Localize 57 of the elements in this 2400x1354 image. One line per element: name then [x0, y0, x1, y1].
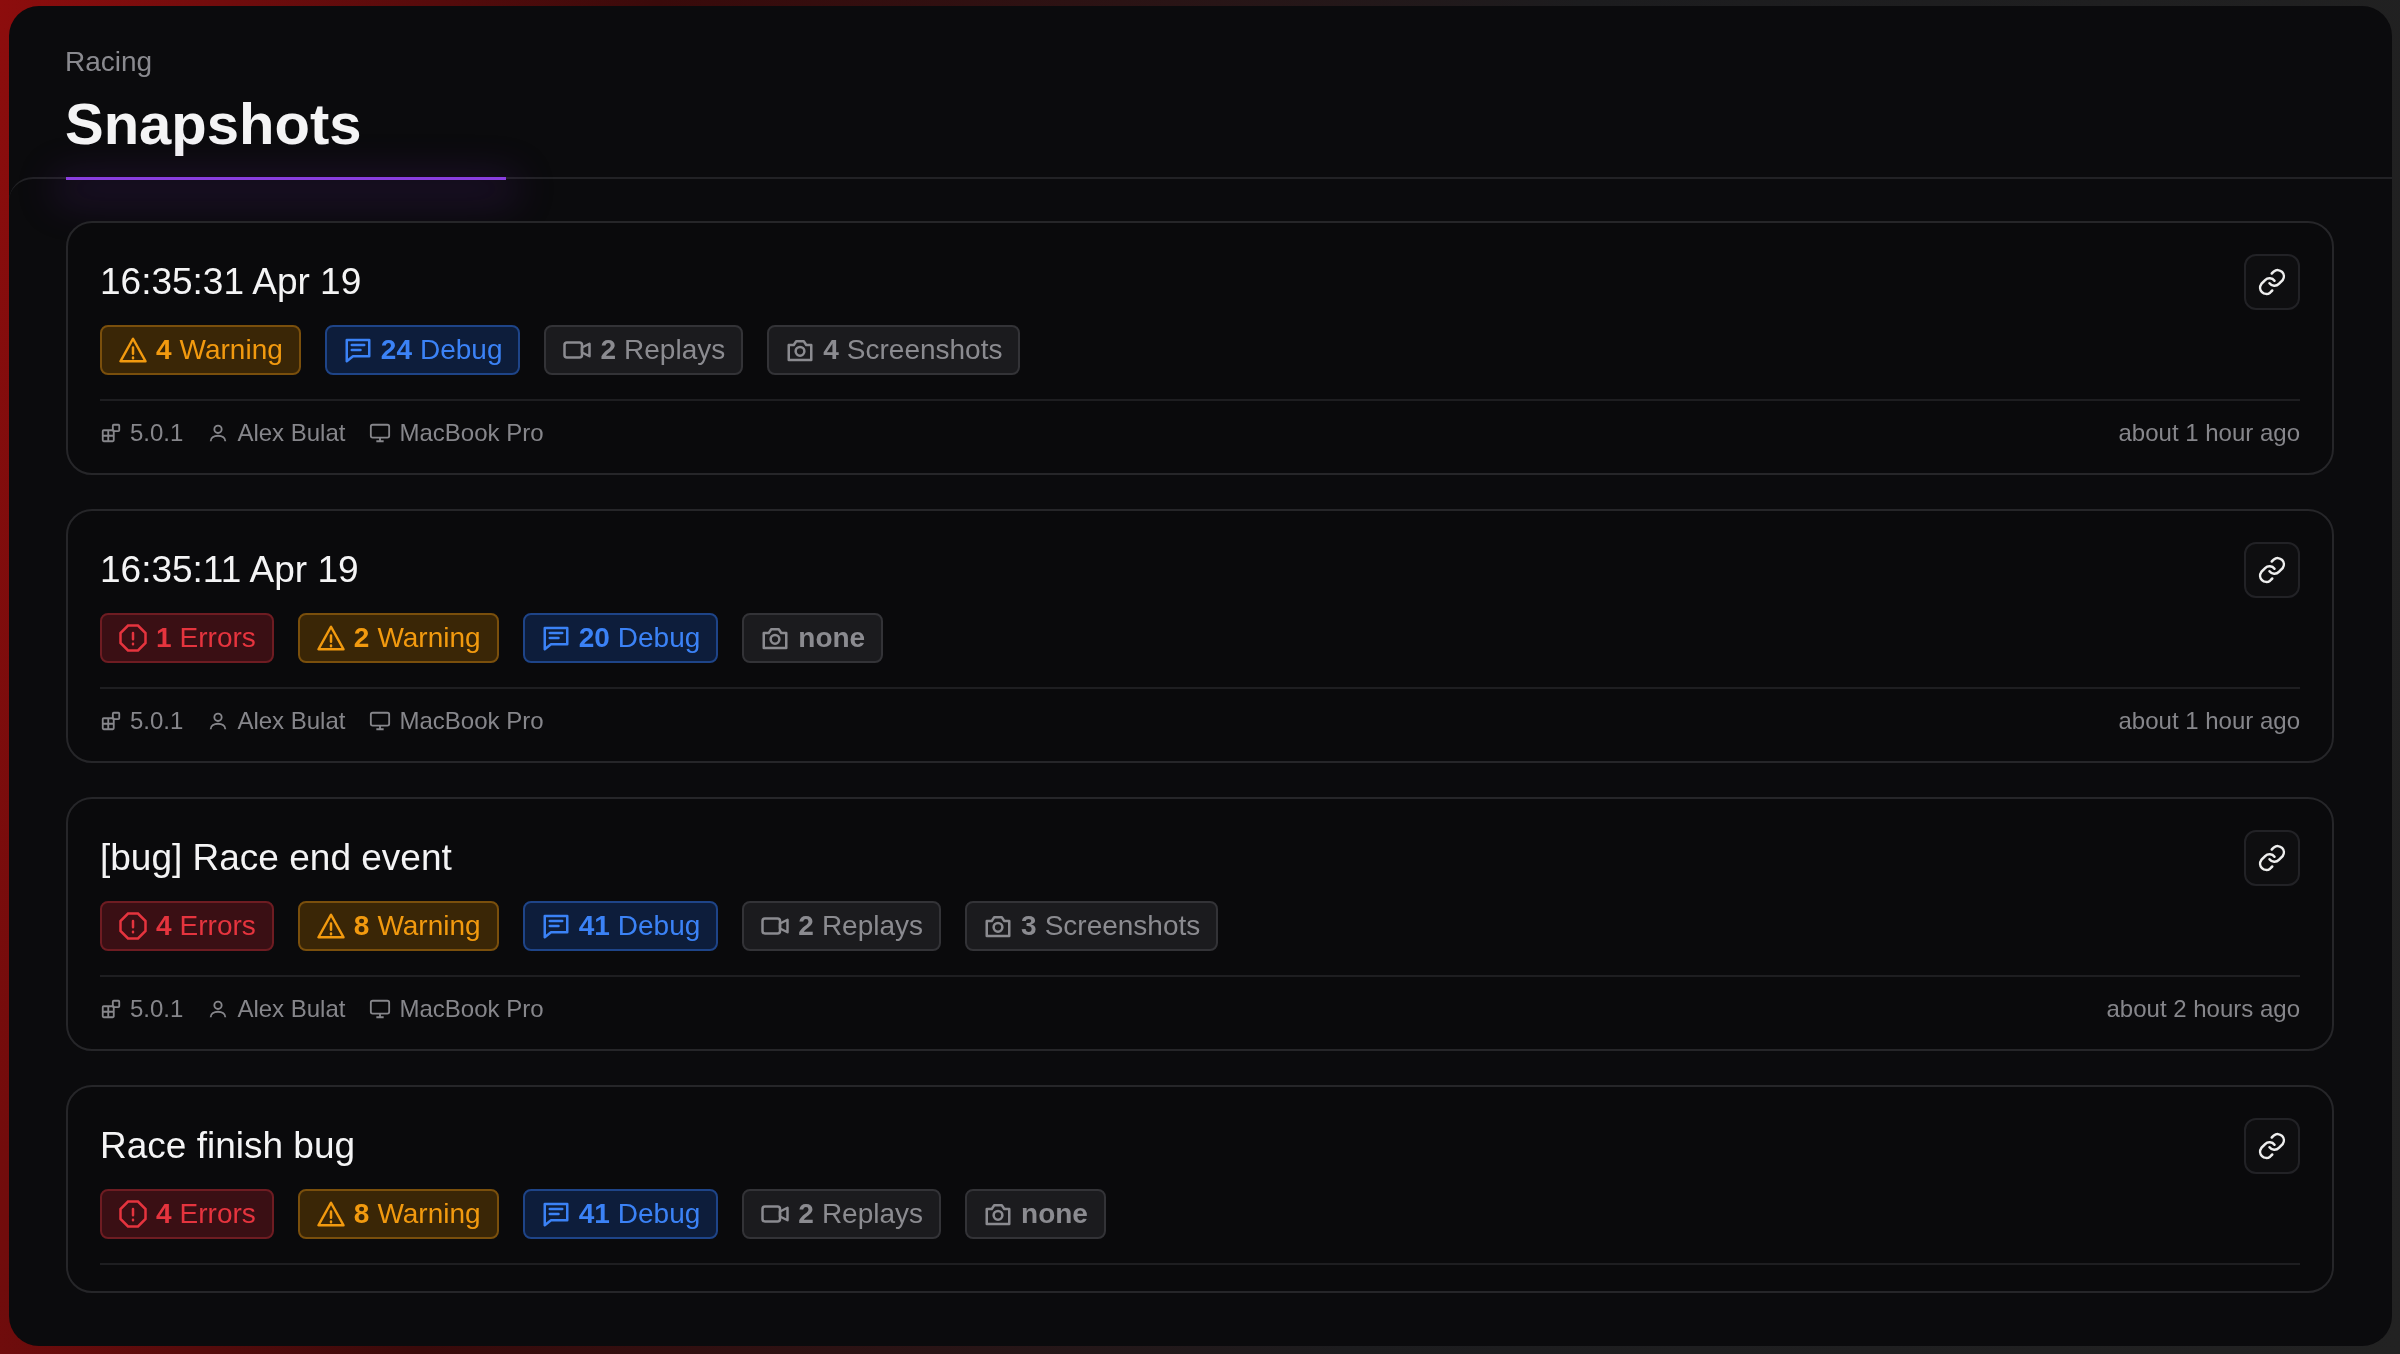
copy-link-button[interactable] — [2244, 830, 2300, 886]
warning-badge[interactable]: 4 Warning — [100, 325, 301, 375]
replays-badge[interactable]: 2 Replays — [742, 901, 942, 951]
copy-link-button[interactable] — [2244, 254, 2300, 310]
error-badge[interactable]: 4 Errors — [100, 1189, 274, 1239]
breadcrumb: Racing — [65, 46, 154, 78]
link-icon — [2257, 1131, 2287, 1161]
replays-badge[interactable]: 2 Replays — [742, 1189, 942, 1239]
screenshots-badge[interactable]: 4 Screenshots — [767, 325, 1021, 375]
screenshots-badge[interactable]: 3 Screenshots — [965, 901, 1219, 951]
monitor-icon — [369, 710, 392, 732]
page-title: Snapshots — [65, 90, 363, 157]
device-name: MacBook Pro — [399, 995, 544, 1023]
link-icon — [2257, 555, 2287, 585]
version-text: 5.0.1 — [130, 707, 184, 735]
debug-badge[interactable]: 41 Debug — [522, 1189, 719, 1239]
warning-icon — [315, 1199, 346, 1229]
warning-icon — [315, 911, 346, 941]
copy-link-button[interactable] — [2244, 542, 2300, 598]
relative-time: about 1 hour ago — [2118, 707, 2300, 735]
monitor-icon — [369, 998, 392, 1020]
warning-icon — [315, 623, 346, 653]
blocks-icon — [100, 422, 122, 444]
debug-badge[interactable]: 41 Debug — [522, 901, 719, 951]
warning-badge[interactable]: 2 Warning — [297, 613, 499, 663]
snapshot-title: 16:35:11 Apr 19 — [100, 549, 359, 591]
warning-badge[interactable]: 8 Warning — [297, 901, 499, 951]
device-name: MacBook Pro — [399, 707, 544, 735]
user-name: Alex Bulat — [237, 707, 346, 735]
monitor-icon — [369, 422, 392, 444]
copy-link-button[interactable] — [2244, 1118, 2300, 1174]
debug-badge[interactable]: 24 Debug — [324, 325, 521, 375]
error-badge[interactable]: 4 Errors — [100, 901, 274, 951]
link-icon — [2257, 267, 2287, 297]
replays-badge[interactable]: 2 Replays — [544, 325, 744, 375]
warning-badge[interactable]: 8 Warning — [297, 1189, 499, 1239]
user-name: Alex Bulat — [237, 419, 346, 447]
blocks-icon — [100, 710, 122, 732]
link-icon — [2257, 843, 2287, 873]
snapshot-title: 16:35:31 Apr 19 — [100, 261, 362, 303]
relative-time: about 1 hour ago — [2118, 419, 2300, 447]
version-text: 5.0.1 — [130, 419, 184, 447]
warning-icon — [118, 335, 148, 365]
screenshots-badge[interactable]: none — [742, 613, 884, 663]
relative-time: about 2 hours ago — [2106, 995, 2300, 1023]
user-name: Alex Bulat — [237, 995, 346, 1023]
alert-icon — [118, 1199, 148, 1229]
error-badge[interactable]: 1 Errors — [100, 613, 274, 663]
snapshot-title: [bug] Race end event — [100, 837, 452, 879]
alert-icon — [118, 911, 148, 941]
version-text: 5.0.1 — [130, 995, 184, 1023]
snapshot-title: Race finish bug — [100, 1125, 356, 1167]
debug-badge[interactable]: 20 Debug — [522, 613, 719, 663]
device-name: MacBook Pro — [399, 419, 544, 447]
blocks-icon — [100, 998, 122, 1020]
screenshots-badge[interactable]: none — [965, 1189, 1106, 1239]
alert-icon — [118, 623, 148, 653]
